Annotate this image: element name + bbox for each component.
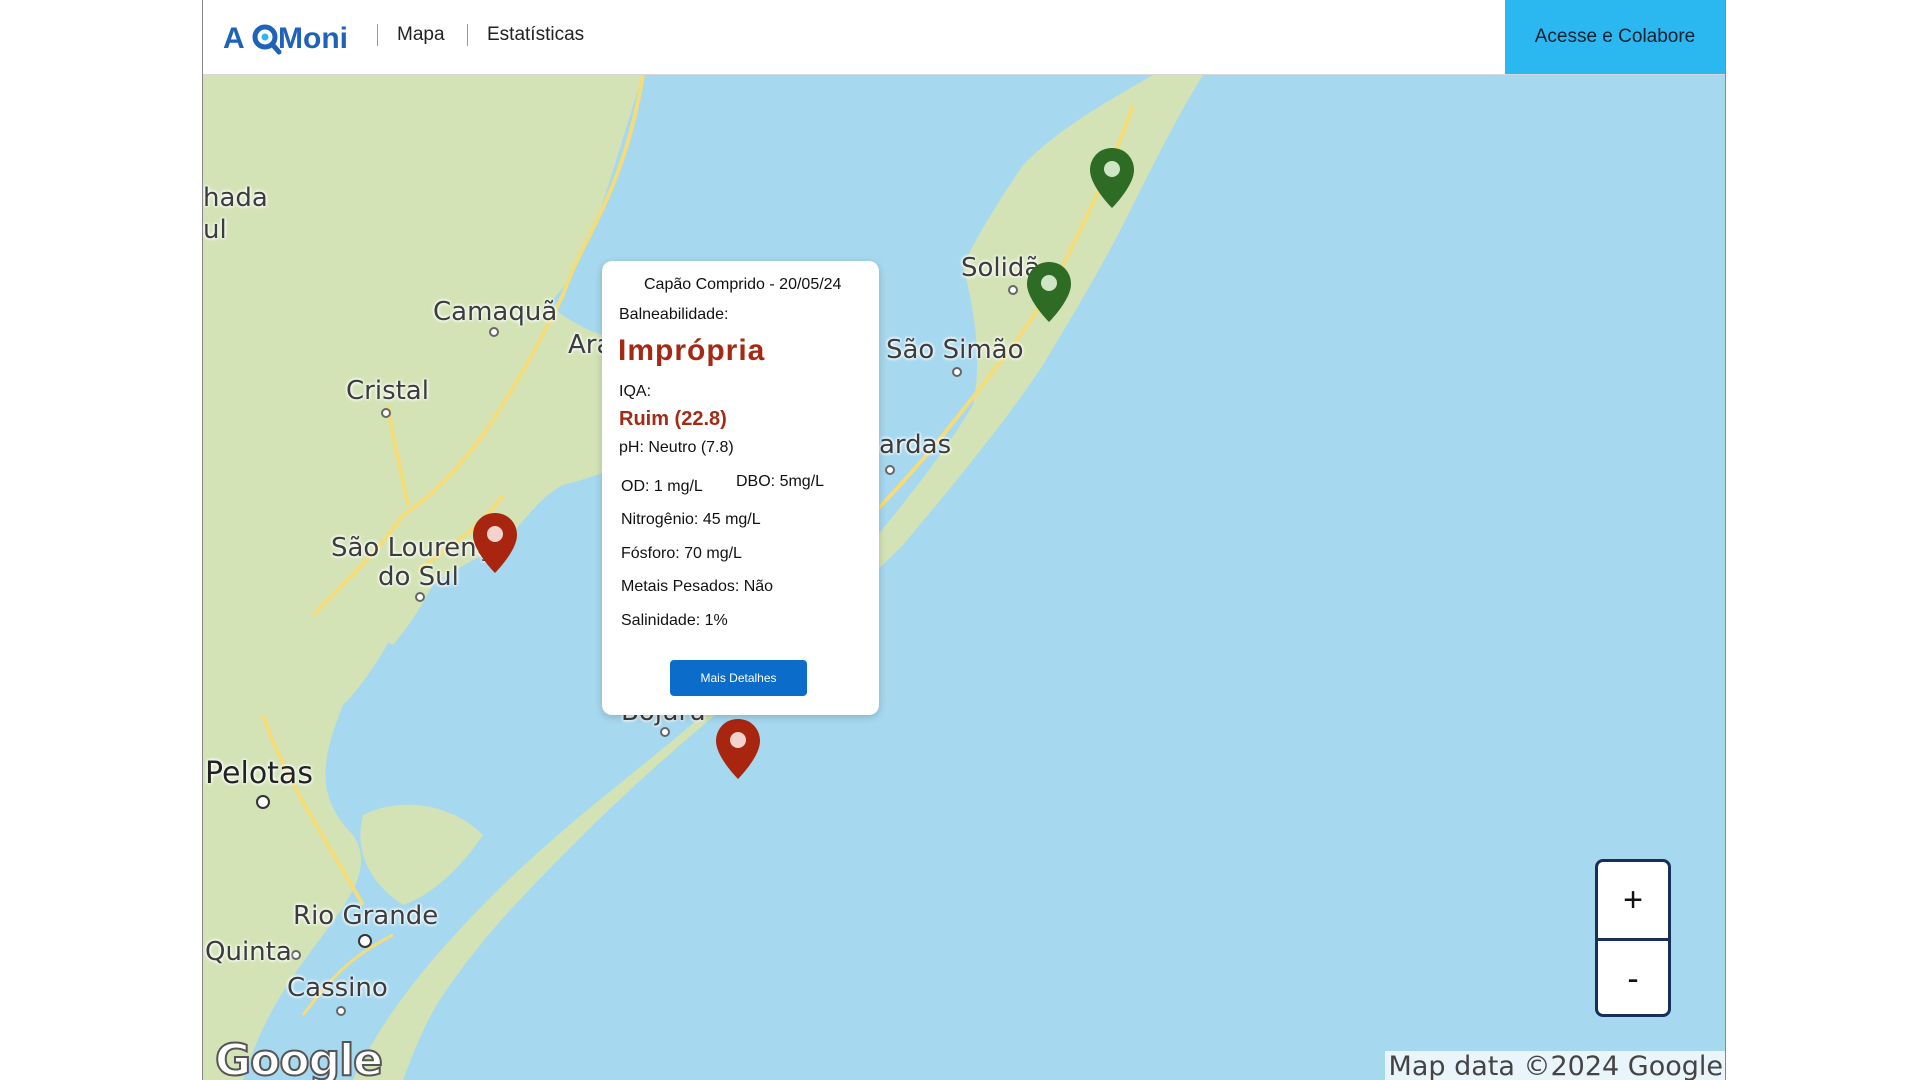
balneabilidade-label: Balneabilidade: xyxy=(619,306,729,323)
place-label: ul xyxy=(203,215,227,245)
zoom-control: + - xyxy=(1595,859,1671,1017)
ph-value: pH: Neutro (7.8) xyxy=(619,439,734,456)
metais-value: Metais Pesados: Não xyxy=(621,578,774,595)
more-details-button[interactable]: Mais Detalhes xyxy=(670,660,807,696)
place-label: Quinta xyxy=(205,937,292,967)
place-label: Camaquã xyxy=(433,297,558,327)
map-attribution[interactable]: Map data ©2024 Google xyxy=(1384,1051,1725,1080)
access-collaborate-button[interactable]: Acesse e Colabore xyxy=(1505,0,1725,74)
place-label: Cristal xyxy=(346,376,429,406)
svg-text:Moni: Moni xyxy=(278,22,348,55)
station-info-popup: Capão Comprido - 20/05/24 Balneabilidade… xyxy=(602,261,879,715)
od-value: OD: 1 mg/L xyxy=(621,478,703,495)
place-label: ardas xyxy=(879,430,952,460)
balneabilidade-value: Imprópria xyxy=(618,334,766,367)
place-label: do Sul xyxy=(378,562,459,592)
zoom-in-button[interactable]: + xyxy=(1598,862,1668,938)
map-pin-good[interactable] xyxy=(1025,260,1073,324)
place-label: São Simão xyxy=(886,335,1024,365)
nav-link-mapa[interactable]: Mapa xyxy=(397,24,445,46)
nitrogenio-value: Nitrogênio: 45 mg/L xyxy=(621,511,761,528)
app-frame: A Moni Mapa Estatísticas Acesse e Colabo… xyxy=(202,0,1726,1080)
place-label: hada xyxy=(203,183,268,213)
aqmoni-logo[interactable]: A Moni xyxy=(223,16,353,56)
place-label: Rio Grande xyxy=(293,901,439,931)
map-pin-good[interactable] xyxy=(1088,146,1136,210)
google-logo[interactable]: Google xyxy=(214,1034,384,1080)
map-view[interactable]: hada ul Camaquã Ara Cristal Solidã São S… xyxy=(203,75,1725,1080)
salinidade-value: Salinidade: 1% xyxy=(621,612,728,629)
nav-divider xyxy=(467,24,468,46)
svg-text:A: A xyxy=(223,22,245,55)
map-pin-bad[interactable] xyxy=(714,717,762,781)
top-navbar: A Moni Mapa Estatísticas Acesse e Colabo… xyxy=(203,0,1725,75)
popup-title: Capão Comprido - 20/05/24 xyxy=(644,276,842,293)
nav-link-estatisticas[interactable]: Estatísticas xyxy=(487,24,584,46)
fosforo-value: Fósforo: 70 mg/L xyxy=(621,545,742,562)
zoom-out-button[interactable]: - xyxy=(1598,941,1668,1014)
dbo-value: DBO: 5mg/L xyxy=(736,473,825,490)
iqa-label: IQA: xyxy=(619,383,652,400)
nav-divider xyxy=(377,24,378,46)
place-label: Cassino xyxy=(287,973,388,1003)
iqa-value: Ruim (22.8) xyxy=(619,408,727,430)
map-pin-bad[interactable] xyxy=(471,511,519,575)
place-label: Pelotas xyxy=(205,756,313,791)
